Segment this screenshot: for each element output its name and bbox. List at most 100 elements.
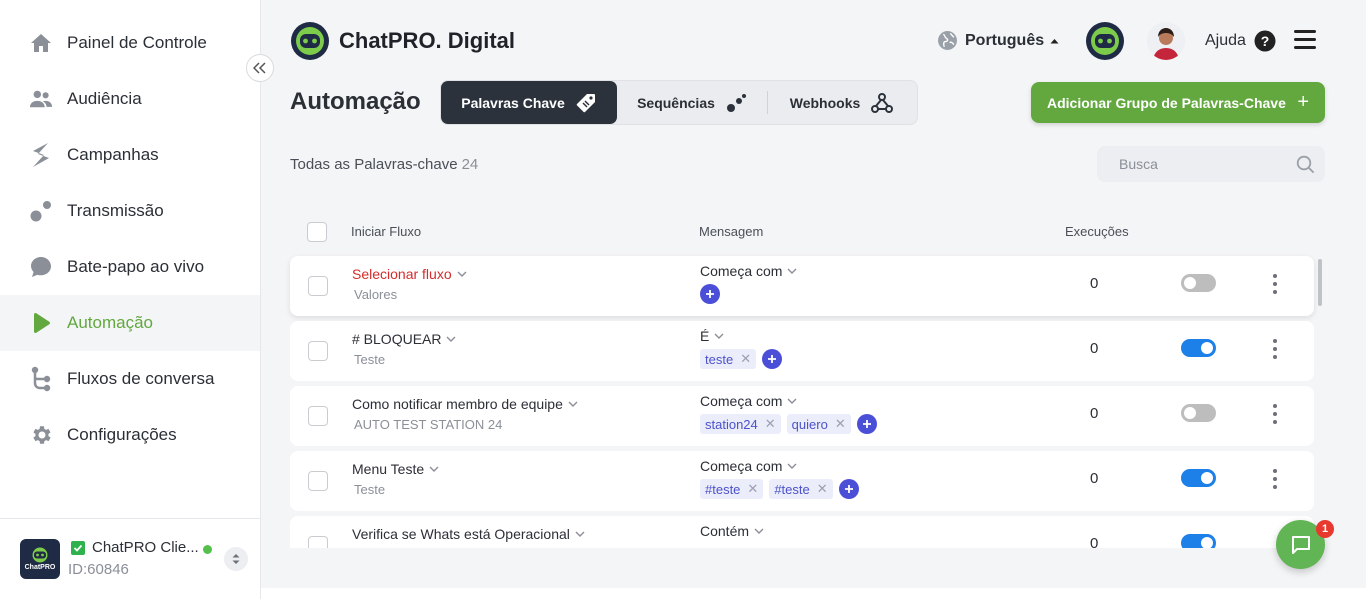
match-type: Contém: [700, 523, 750, 539]
row-checkbox[interactable]: [308, 341, 328, 361]
more-options-icon[interactable]: [1272, 469, 1278, 489]
flow-icon: [29, 366, 53, 392]
add-keyword-icon[interactable]: [700, 284, 720, 304]
language-selector[interactable]: Português: [937, 30, 1059, 51]
chevron-down-icon: [787, 398, 797, 404]
match-type-select[interactable]: Contém: [700, 523, 764, 539]
remove-chip-icon[interactable]: ✕: [765, 416, 776, 432]
hamburger-menu-icon[interactable]: [1294, 30, 1316, 50]
tab-palavras-chave[interactable]: Palavras Chave: [441, 81, 617, 124]
more-options-icon[interactable]: [1272, 339, 1278, 359]
sidebar-item-automacao[interactable]: Automação: [0, 295, 260, 351]
sidebar-item-label: Transmissão: [67, 201, 164, 220]
chevron-down-icon: [568, 401, 578, 407]
remove-chip-icon[interactable]: ✕: [740, 351, 751, 367]
sidebar: Painel de Controle Audiência Campanhas T…: [0, 0, 261, 599]
match-type: Começa com: [700, 458, 783, 474]
add-keyword-group-button[interactable]: Adicionar Grupo de Palavras-Chave +: [1031, 82, 1325, 123]
match-type-select[interactable]: É: [700, 328, 724, 344]
table-scrollbar[interactable]: [1318, 259, 1322, 306]
add-keyword-icon[interactable]: [762, 349, 783, 369]
tab-sequencias[interactable]: Sequências: [617, 81, 767, 124]
match-type-select[interactable]: Começa com: [700, 393, 797, 409]
table-row: # BLOQUEAR Teste É teste ✕ 0: [290, 321, 1314, 381]
more-options-icon[interactable]: [1272, 404, 1278, 424]
automation-tabs: Palavras Chave Sequências Webhooks: [440, 80, 918, 125]
execution-count: 0: [1090, 340, 1099, 357]
table-row: Selecionar fluxo Valores Começa com 0: [290, 256, 1314, 316]
keyword-chips: [700, 284, 720, 304]
enable-toggle[interactable]: [1181, 339, 1216, 357]
broadcast-icon: [29, 199, 53, 223]
keyword-chips: #teste ✕ #teste ✕: [700, 479, 859, 499]
enable-toggle[interactable]: [1181, 274, 1216, 292]
sidebar-item-transmissao[interactable]: Transmissão: [0, 183, 260, 239]
table-row: Verifica se Whats está Operacional Conté…: [290, 516, 1314, 548]
sidebar-item-label: Bate-papo ao vivo: [67, 257, 205, 276]
sidebar-item-fluxos[interactable]: Fluxos de conversa: [0, 351, 260, 407]
flow-select[interactable]: Menu Teste: [352, 461, 439, 477]
search-icon: [1296, 155, 1315, 174]
home-icon: [29, 31, 53, 55]
account-switcher: ChatPRO ChatPRO Clie... ID:60846: [0, 518, 260, 599]
play-icon: [29, 311, 53, 335]
more-options-icon[interactable]: [1272, 274, 1278, 294]
tag-icon: [575, 92, 597, 114]
flow-subtitle: AUTO TEST STATION 24: [354, 417, 503, 432]
account-switch-button[interactable]: [224, 547, 248, 571]
tab-webhooks[interactable]: Webhooks: [768, 81, 916, 124]
row-checkbox[interactable]: [308, 406, 328, 426]
chevron-down-icon: [714, 333, 724, 339]
flow-select[interactable]: # BLOQUEAR: [352, 331, 456, 347]
sidebar-item-bate-papo[interactable]: Bate-papo ao vivo: [0, 239, 260, 295]
execution-count: 0: [1090, 535, 1099, 548]
match-type-select[interactable]: Começa com: [700, 263, 797, 279]
flow-select[interactable]: Selecionar fluxo: [352, 266, 467, 282]
row-checkbox[interactable]: [308, 536, 328, 548]
keyword-chips: station24 ✕ quiero ✕: [700, 414, 877, 434]
execution-count: 0: [1090, 275, 1099, 292]
sequence-icon: [725, 92, 747, 114]
add-keyword-icon[interactable]: [838, 479, 859, 499]
flow-name: # BLOQUEAR: [352, 331, 442, 347]
table-row: Menu Teste Teste Começa com #teste ✕ #tes…: [290, 451, 1314, 511]
row-checkbox[interactable]: [308, 276, 328, 296]
flow-select[interactable]: Como notificar membro de equipe: [352, 396, 578, 412]
execution-count: 0: [1090, 405, 1099, 422]
select-all-checkbox[interactable]: [307, 222, 327, 242]
keyword-table: Selecionar fluxo Valores Começa com 0 # …: [285, 252, 1325, 548]
keyword-chips: teste ✕: [700, 349, 783, 369]
enable-toggle[interactable]: [1181, 404, 1216, 422]
sidebar-item-audiencia[interactable]: Audiência: [0, 71, 260, 127]
language-label: Português: [965, 31, 1045, 49]
search-input[interactable]: [1097, 146, 1325, 182]
collapse-sidebar-button[interactable]: [246, 54, 274, 82]
bot-avatar-icon[interactable]: [1085, 21, 1125, 61]
remove-chip-icon[interactable]: ✕: [817, 481, 828, 497]
help-link[interactable]: Ajuda ?: [1205, 30, 1276, 52]
remove-chip-icon[interactable]: ✕: [835, 416, 846, 432]
remove-chip-icon[interactable]: ✕: [747, 481, 758, 497]
add-keyword-group-label: Adicionar Grupo de Palavras-Chave: [1047, 94, 1286, 111]
globe-icon: [938, 31, 957, 50]
sidebar-item-painel[interactable]: Painel de Controle: [0, 15, 260, 71]
tab-label: Palavras Chave: [461, 94, 565, 111]
keyword-count-value: 24: [461, 156, 479, 173]
match-type-select[interactable]: Começa com: [700, 458, 797, 474]
flow-subtitle: Valores: [354, 287, 398, 302]
sidebar-item-campanhas[interactable]: Campanhas: [0, 127, 260, 183]
add-keyword-icon[interactable]: [856, 414, 877, 434]
svg-text:?: ?: [1261, 33, 1270, 49]
account-id: ID:60846: [68, 561, 129, 578]
keyword-count-label: Todas as Palavras-chave: [290, 156, 458, 173]
enable-toggle[interactable]: [1181, 469, 1216, 487]
keyword-count: Todas as Palavras-chave 24: [290, 156, 478, 173]
row-checkbox[interactable]: [308, 471, 328, 491]
user-avatar[interactable]: [1147, 22, 1185, 60]
keyword-chip: station24 ✕: [700, 414, 781, 434]
sidebar-item-configuracoes[interactable]: Configurações: [0, 407, 260, 463]
enable-toggle[interactable]: [1181, 534, 1216, 548]
chevron-down-icon: [429, 466, 439, 472]
flow-select[interactable]: Verifica se Whats está Operacional: [352, 526, 585, 542]
chevron-down-icon: [754, 528, 764, 534]
